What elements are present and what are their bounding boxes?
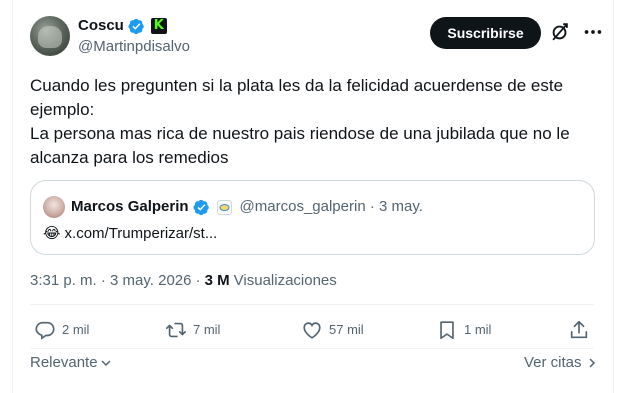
reply-button[interactable]: 2 mil — [34, 319, 89, 341]
grok-icon[interactable] — [549, 21, 571, 43]
share-button[interactable] — [568, 319, 590, 341]
like-button[interactable]: 57 mil — [301, 319, 364, 341]
quoted-link-text[interactable]: x.com/Trumperizar/st... — [65, 223, 218, 245]
quoted-body: 😂 x.com/Trumperizar/st... — [43, 223, 217, 245]
repost-count: 7 mil — [193, 322, 221, 337]
author-name-row: Coscu K — [78, 16, 167, 36]
sort-label: Relevante — [30, 354, 98, 371]
quoted-name-row: Marcos Galperin @marcos_galperin · 3 may… — [71, 196, 423, 218]
repost-button[interactable]: 7 mil — [165, 319, 220, 341]
views-label: Visualizaciones — [233, 272, 337, 289]
more-icon[interactable] — [582, 21, 604, 43]
quoted-tweet[interactable]: Marcos Galperin @marcos_galperin · 3 may… — [30, 180, 595, 255]
divider — [30, 304, 594, 305]
views-count: 3 M — [204, 272, 230, 289]
tweet-meta: 3:31 p. m. · 3 may. 2026 · 3 M Visualiza… — [30, 271, 337, 291]
chevron-right-icon — [589, 358, 595, 368]
timestamp[interactable]: 3:31 p. m. · 3 may. 2026 · — [30, 271, 201, 291]
reply-icon — [35, 321, 55, 340]
repost-icon — [166, 322, 186, 338]
like-icon — [303, 322, 321, 339]
tweet-text: Cuando les pregunten si la plata les da … — [30, 76, 570, 167]
author-display-name[interactable]: Coscu — [78, 16, 124, 36]
quoted-avatar[interactable] — [43, 196, 65, 218]
chevron-down-icon — [101, 360, 111, 367]
verified-icon — [128, 18, 144, 34]
quoted-display-name[interactable]: Marcos Galperin — [71, 196, 189, 218]
view-quotes-label: Ver citas — [524, 354, 582, 371]
avatar[interactable] — [30, 16, 70, 56]
verified-icon — [193, 199, 209, 215]
divider — [30, 348, 594, 349]
affiliate-badge-icon[interactable] — [216, 199, 232, 215]
handshake-icon — [219, 203, 230, 211]
avatar-image — [38, 26, 62, 48]
subscribe-button[interactable]: Suscribirse — [430, 17, 541, 49]
author-handle[interactable]: @Martinpdisalvo — [78, 37, 190, 57]
sort-dropdown[interactable]: Relevante — [30, 353, 112, 373]
kick-badge-icon[interactable]: K — [150, 18, 167, 34]
like-count: 57 mil — [329, 322, 364, 337]
action-bar: 2 mil 7 mil 57 mil 1 mil — [0, 319, 628, 343]
bookmark-button[interactable]: 1 mil — [436, 319, 491, 341]
share-icon — [570, 320, 588, 339]
view-quotes-link[interactable]: Ver citas — [524, 353, 598, 373]
reply-count: 2 mil — [62, 322, 90, 337]
bookmark-icon — [440, 321, 454, 340]
quoted-handle-date[interactable]: @marcos_galperin · 3 may. — [240, 196, 423, 218]
laughing-emoji-icon: 😂 — [43, 225, 61, 242]
bookmark-count: 1 mil — [464, 322, 492, 337]
